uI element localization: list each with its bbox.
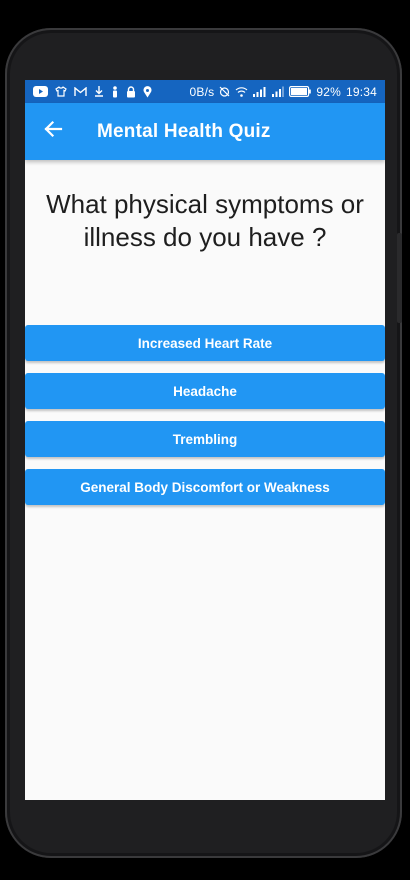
lock-icon <box>126 85 136 98</box>
battery-percent: 92% <box>316 84 341 99</box>
wifi-icon <box>235 86 248 97</box>
app-bar: Mental Health Quiz <box>25 103 385 160</box>
gmail-icon <box>74 86 87 97</box>
youtube-icon <box>33 86 48 97</box>
page-title: Mental Health Quiz <box>97 120 271 142</box>
notification-icons <box>25 85 152 98</box>
download-icon <box>94 86 104 97</box>
battery-icon <box>289 86 312 97</box>
arrow-back-icon <box>43 119 63 144</box>
signal-icon <box>253 86 267 97</box>
screen: 0B/s 92% 19:34 Mental Health Quiz What p… <box>25 80 385 800</box>
back-button[interactable] <box>25 103 81 160</box>
clock: 19:34 <box>345 84 377 99</box>
answer-button-increased-heart-rate[interactable]: Increased Heart Rate <box>25 325 385 361</box>
alarm-off-icon <box>219 86 230 97</box>
answer-button-trembling[interactable]: Trembling <box>25 421 385 457</box>
data-rate: 0B/s <box>189 84 215 99</box>
signal-icon <box>272 86 285 97</box>
shirt-icon <box>55 86 67 97</box>
answer-button-headache[interactable]: Headache <box>25 373 385 409</box>
person-icon <box>111 85 119 98</box>
answer-list: Increased Heart Rate Headache Trembling … <box>25 325 385 517</box>
power-button <box>397 233 402 323</box>
location-icon <box>143 85 152 98</box>
question-text: What physical symptoms or illness do you… <box>46 189 364 252</box>
system-status: 0B/s 92% 19:34 <box>190 85 385 99</box>
status-bar: 0B/s 92% 19:34 <box>25 80 385 103</box>
answer-button-general-body-discomfort[interactable]: General Body Discomfort or Weakness <box>25 469 385 505</box>
